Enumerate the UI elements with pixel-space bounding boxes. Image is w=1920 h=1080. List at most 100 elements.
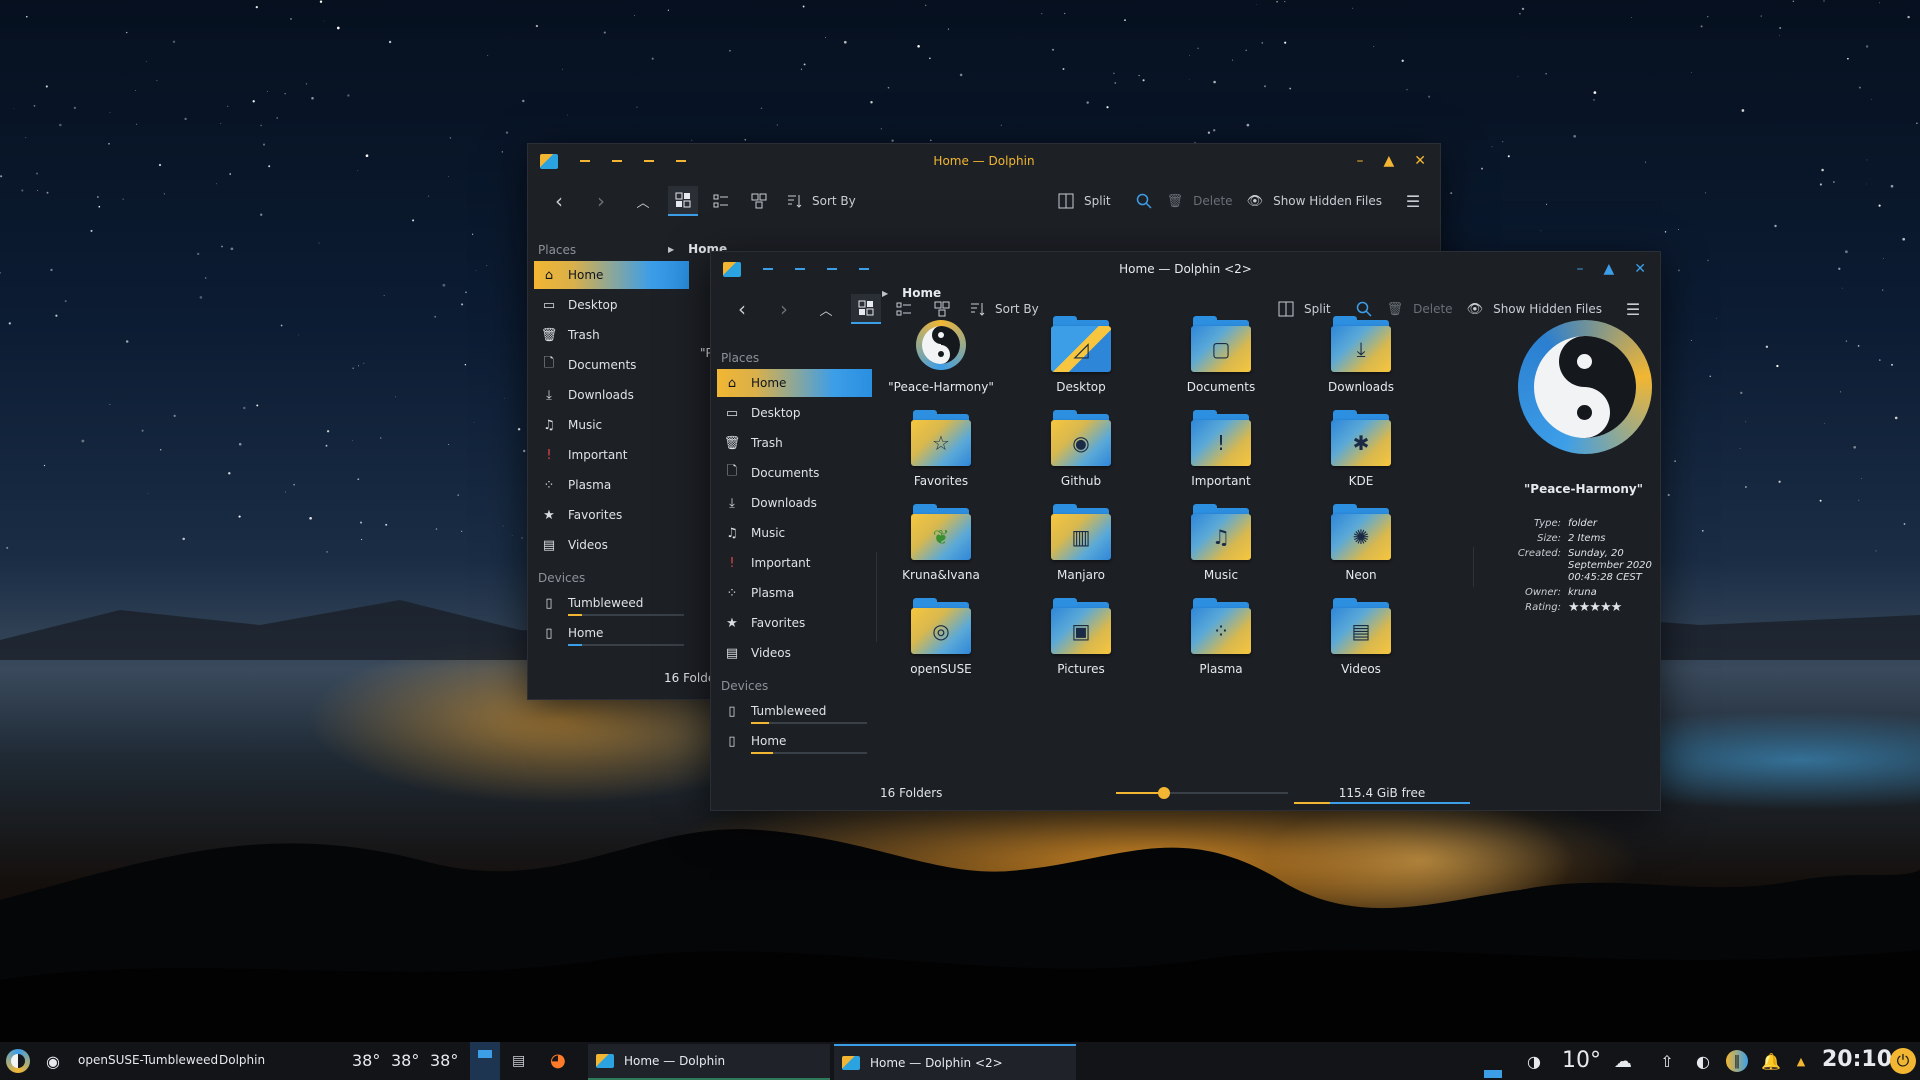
sort-by-button[interactable]: Sort By: [786, 186, 856, 216]
folder-music[interactable]: ♫ Music: [1156, 504, 1286, 582]
hamburger-menu-icon: ☰: [1405, 191, 1421, 211]
place-favorites[interactable]: ★ Favorites: [717, 609, 872, 637]
up-button[interactable]: ︿: [811, 294, 841, 324]
notification-bell-icon[interactable]: 🔔: [1760, 1050, 1782, 1072]
place-important[interactable]: ! Important: [717, 549, 872, 577]
folder-neon[interactable]: ✺ Neon: [1296, 504, 1426, 582]
place-desktop[interactable]: ▭ Desktop: [534, 291, 689, 319]
title-bar[interactable]: Home — Dolphin <2> – ▲ ✕: [711, 252, 1660, 286]
power-profile-icon[interactable]: ◐: [1692, 1050, 1714, 1072]
device-tumbleweed[interactable]: ▯ Tumbleweed: [534, 589, 689, 617]
pager-desktop-1[interactable]: [470, 1042, 500, 1080]
place-downloads[interactable]: ⤓ Downloads: [717, 489, 872, 517]
place-documents[interactable]: 🗋 Documents: [534, 351, 689, 379]
clock[interactable]: 20:10: [1822, 1047, 1892, 1072]
folder-desktop[interactable]: ◿ Desktop: [1016, 316, 1146, 394]
folder-videos[interactable]: ▤ Videos: [1296, 598, 1426, 676]
cloud-icon[interactable]: ☁: [1612, 1050, 1634, 1072]
folder-manjaro[interactable]: ▥ Manjaro: [1016, 504, 1146, 582]
music-icon: ♫: [726, 525, 738, 541]
place-favorites[interactable]: ★ Favorites: [534, 501, 689, 529]
minimize-button[interactable]: –: [1576, 261, 1583, 277]
details-view-button[interactable]: [744, 186, 774, 216]
place-music[interactable]: ♫ Music: [534, 411, 689, 439]
folder-github[interactable]: ◉ Github: [1016, 410, 1146, 488]
downloads-folder-icon: ⤓: [1331, 316, 1391, 374]
task-home-dolphin[interactable]: Home — Dolphin: [588, 1044, 830, 1080]
free-space-label[interactable]: 115.4 GiB free: [1294, 786, 1470, 800]
back-button[interactable]: ‹: [544, 186, 574, 216]
folder-opensuse[interactable]: ◎ openSUSE: [876, 598, 1006, 676]
folder-important[interactable]: ! Important: [1156, 410, 1286, 488]
device-home[interactable]: ▯ Home: [534, 619, 689, 647]
hamburger-menu-button[interactable]: ☰: [1398, 186, 1428, 216]
app-launcher-button[interactable]: [6, 1042, 30, 1080]
media-player-icon[interactable]: ‖: [1726, 1050, 1748, 1072]
pager-desktop-2[interactable]: ▤: [512, 1053, 525, 1069]
tray-expand-icon[interactable]: ▲: [1790, 1050, 1812, 1072]
place-plasma[interactable]: ⁘ Plasma: [717, 579, 872, 607]
window-title: Home — Dolphin <2>: [1119, 262, 1252, 276]
place-plasma[interactable]: ⁘ Plasma: [534, 471, 689, 499]
places-panel: Places ⌂ Home ▭ Desktop 🗑 Trash 🗋 Documents …: [534, 239, 689, 649]
folder-pictures[interactable]: ▣ Pictures: [1016, 598, 1146, 676]
folder-peace-harmony[interactable]: "Peace-Harmony": [876, 316, 1006, 394]
folder-documents[interactable]: ▢ Documents: [1156, 316, 1286, 394]
show-hidden-button[interactable]: 👁 Show Hidden Files: [1247, 186, 1382, 216]
folder-kruna-ivana[interactable]: ❦ Kruna&Ivana: [876, 504, 1006, 582]
zoom-slider-handle[interactable]: [1158, 787, 1171, 799]
place-videos[interactable]: ▤ Videos: [534, 531, 689, 559]
cpu-temp-2: 38°: [391, 1051, 420, 1070]
minimize-button[interactable]: –: [1356, 153, 1363, 169]
favorites-folder-icon: ☆: [911, 410, 971, 468]
rating-stars[interactable]: ★★★★★: [1568, 601, 1668, 614]
chevron-left-icon: ‹: [738, 297, 746, 321]
place-music[interactable]: ♫ Music: [717, 519, 872, 547]
place-home[interactable]: ⌂ Home: [534, 261, 689, 289]
place-videos[interactable]: ▤ Videos: [717, 639, 872, 667]
place-documents[interactable]: 🗋 Documents: [717, 459, 872, 487]
compact-view-button[interactable]: [706, 186, 736, 216]
place-home[interactable]: ⌂ Home: [717, 369, 872, 397]
firefox-icon[interactable]: ◕: [550, 1050, 566, 1071]
star-icon: ★: [543, 507, 555, 523]
title-bar[interactable]: Home — Dolphin – ▲ ✕: [528, 144, 1440, 178]
dolphin-window-front[interactable]: Home — Dolphin <2> – ▲ ✕ ‹ › ︿ Sort By S…: [710, 251, 1661, 811]
task-home-dolphin-2[interactable]: Home — Dolphin <2>: [834, 1044, 1076, 1080]
device-home[interactable]: ▯ Home: [717, 727, 872, 755]
forward-button[interactable]: ›: [769, 294, 799, 324]
opensuse-tray-icon[interactable]: ◑: [1523, 1050, 1545, 1072]
folder-favorites[interactable]: ☆ Favorites: [876, 410, 1006, 488]
device-tumbleweed[interactable]: ▯ Tumbleweed: [717, 697, 872, 725]
split-button[interactable]: Split: [1058, 186, 1111, 216]
chevron-up-icon: ︿: [819, 303, 833, 319]
folder-kde[interactable]: ✱ KDE: [1296, 410, 1426, 488]
maximize-button[interactable]: ▲: [1383, 153, 1394, 169]
place-trash[interactable]: 🗑 Trash: [534, 321, 689, 349]
info-rating-key: Rating:: [1525, 602, 1561, 613]
close-button[interactable]: ✕: [1414, 153, 1426, 169]
place-important[interactable]: ! Important: [534, 441, 689, 469]
close-button[interactable]: ✕: [1634, 261, 1646, 277]
updates-icon[interactable]: ⇧: [1656, 1050, 1678, 1072]
place-trash[interactable]: 🗑 Trash: [717, 429, 872, 457]
breadcrumb[interactable]: ▶ Home: [882, 286, 941, 300]
places-header: Places: [721, 351, 760, 365]
folder-plasma[interactable]: ⁘ Plasma: [1156, 598, 1286, 676]
forward-button[interactable]: ›: [586, 186, 616, 216]
weather-temperature[interactable]: 10°: [1562, 1048, 1601, 1073]
back-button[interactable]: ‹: [727, 294, 757, 324]
place-desktop[interactable]: ▭ Desktop: [717, 399, 872, 427]
up-button[interactable]: ︿: [628, 186, 658, 216]
dolphin-app-icon: [842, 1056, 860, 1070]
panel-splitter[interactable]: [1473, 547, 1474, 587]
delete-button[interactable]: 🗑 Delete: [1167, 186, 1233, 216]
maximize-button[interactable]: ▲: [1603, 261, 1614, 277]
active-app-name[interactable]: Dolphin: [219, 1053, 265, 1067]
power-icon[interactable]: ⏻: [1890, 1048, 1916, 1074]
icons-view-button[interactable]: [668, 186, 698, 216]
folder-downloads[interactable]: ⤓ Downloads: [1296, 316, 1426, 394]
search-button[interactable]: [1129, 186, 1159, 216]
place-downloads[interactable]: ⤓ Downloads: [534, 381, 689, 409]
zoom-slider[interactable]: [1116, 787, 1288, 799]
